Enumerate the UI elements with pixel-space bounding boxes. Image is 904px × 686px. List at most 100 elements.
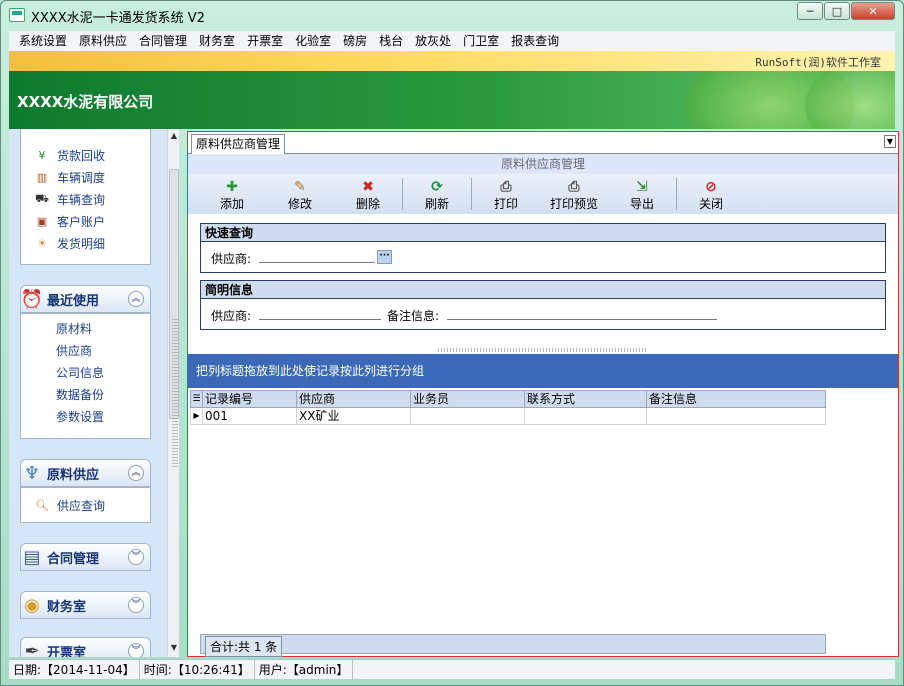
sidebar-item-customer-account[interactable]: ▣ 客户账户 (21, 210, 150, 232)
edit-icon: ✎ (294, 179, 306, 195)
sidebar-item-parameters[interactable]: 参数设置 (21, 406, 150, 428)
record-count: 合计:共 1 条 (205, 636, 283, 657)
sidebar-item-payment-collection[interactable]: ¥ 货款回收 (21, 144, 150, 166)
button-label: 修改 (287, 197, 312, 211)
coins-icon: ◉ (24, 594, 40, 616)
accent-strip: RunSoft(润)软件工作室 (9, 51, 895, 71)
column-header[interactable]: 备注信息 (647, 391, 825, 407)
column-header[interactable]: 业务员 (411, 391, 525, 407)
menu-platform[interactable]: 栈台 (373, 31, 409, 51)
supply-panel: 🔍︎ 供应查询 (20, 487, 151, 523)
button-label: 打印 (493, 197, 518, 211)
export-icon: ⇲ (636, 179, 648, 195)
recent-panel-header[interactable]: ⏰ 最近使用 ︽ (20, 285, 151, 313)
expand-chevron-icon[interactable]: ︾ (128, 643, 144, 657)
collapse-chevron-icon[interactable]: ︽ (128, 291, 144, 307)
sidebar-item-label: 发货明细 (57, 236, 106, 251)
menu-lab[interactable]: 化验室 (289, 31, 337, 51)
column-header[interactable]: 联系方式 (525, 391, 647, 407)
tab-dropdown-icon[interactable]: ▼ (884, 135, 896, 148)
section-title: 简明信息 (201, 281, 885, 299)
menu-raw-supply[interactable]: 原料供应 (73, 31, 133, 51)
sidebar-item-dispatch[interactable]: ▥ 车辆调度 (21, 166, 150, 188)
menu-gate[interactable]: 门卫室 (457, 31, 505, 51)
menu-finance[interactable]: 财务室 (193, 31, 241, 51)
export-button[interactable]: ⇲ 导出 (608, 174, 676, 214)
toolbar: ✚ 添加 ✎ 修改 ✖ 删除 ⟳ 刷新 ⎙ 打印 ⎙ 打印预览 ⇲ 导出 ⊘ 关闭 (188, 174, 898, 214)
print-preview-button[interactable]: ⎙ 打印预览 (540, 174, 608, 214)
panel-title: 最近使用 (47, 293, 100, 309)
grid-footer: 合计:共 1 条 (200, 634, 826, 657)
maximize-button[interactable]: □ (824, 2, 850, 20)
table-cell[interactable] (647, 408, 825, 424)
menu-weighbridge[interactable]: 磅房 (337, 31, 373, 51)
dispatch-icon: ▥ (36, 170, 48, 184)
panel-splitter[interactable] (438, 348, 648, 352)
supply-panel-header[interactable]: ♆ 原料供应 ︽ (20, 459, 151, 487)
remark-field[interactable] (447, 319, 717, 320)
table-cell[interactable] (525, 408, 647, 424)
recent-panel: 原材料 供应商 公司信息 数据备份 参数设置 (20, 313, 151, 439)
group-by-panel[interactable]: 把列标题拖放到此处使记录按此列进行分组 (188, 354, 898, 388)
button-label: 关闭 (698, 197, 723, 211)
panel-title: 开票室 (47, 645, 87, 658)
refresh-button[interactable]: ⟳ 刷新 (403, 174, 471, 214)
minimize-button[interactable]: ─ (797, 2, 823, 20)
column-header[interactable]: 供应商 (297, 391, 411, 407)
supplier-search-input[interactable] (259, 262, 375, 263)
sidebar-item-supplier[interactable]: 供应商 (21, 340, 150, 362)
menu-reports[interactable]: 报表查询 (505, 31, 565, 51)
sidebar-item-shipment-detail[interactable]: ☀ 发货明细 (21, 232, 150, 254)
sidebar-item-vehicle-query[interactable]: ⛟ 车辆查询 (21, 188, 150, 210)
table-row[interactable]: ▶ 001 XX矿业 (190, 408, 826, 425)
supplier-field[interactable] (259, 319, 381, 320)
menu-system-settings[interactable]: 系统设置 (13, 31, 73, 51)
button-label: 打印预览 (549, 197, 598, 211)
title-bar: XXXX水泥一卡通发货系统 V2 ─ □ ✕ (1, 1, 903, 31)
splitter-grip[interactable] (172, 319, 178, 469)
shipment-icon: ☀ (37, 236, 47, 250)
menu-billing[interactable]: 开票室 (241, 31, 289, 51)
expand-chevron-icon[interactable]: ︾ (128, 597, 144, 613)
module-title: 原料供应商管理 (188, 154, 898, 174)
truck-icon: ⛟ (35, 191, 49, 205)
menu-ash-release[interactable]: 放灰处 (409, 31, 457, 51)
contract-panel-header[interactable]: ▤ 合同管理 ︾ (20, 543, 151, 571)
sidebar-item-supply-query[interactable]: 🔍︎ 供应查询 (21, 494, 150, 516)
grid-menu-icon[interactable]: ☰ (191, 391, 203, 407)
palm-tree-icon: ♆ (23, 462, 41, 484)
scroll-up-icon[interactable]: ▲ (169, 131, 179, 143)
table-cell[interactable] (411, 408, 525, 424)
billing-panel-header[interactable]: ✒ 开票室 ︾ (20, 637, 151, 657)
sidebar-item-data-backup[interactable]: 数据备份 (21, 384, 150, 406)
app-icon (9, 8, 25, 22)
contract-icon: ▤ (23, 546, 41, 568)
expand-chevron-icon[interactable]: ︾ (128, 549, 144, 565)
studio-label: RunSoft(润)软件工作室 (755, 56, 881, 69)
row-indicator-icon: ▶ (191, 408, 203, 424)
tab-supplier-management[interactable]: 原料供应商管理 (191, 134, 286, 154)
supplier-picker-button[interactable]: ··· (377, 250, 392, 264)
sidebar-item-raw-material[interactable]: 原材料 (21, 318, 150, 340)
brief-info-section: 简明信息 供应商: 备注信息: (200, 280, 886, 330)
add-button[interactable]: ✚ 添加 (198, 174, 266, 214)
section-title: 快速查询 (201, 224, 885, 242)
column-header[interactable]: 记录编号 (203, 391, 297, 407)
table-cell[interactable]: 001 (203, 408, 297, 424)
menu-contracts[interactable]: 合同管理 (133, 31, 193, 51)
status-user: 用户:【admin】 (255, 659, 354, 680)
edit-button[interactable]: ✎ 修改 (266, 174, 334, 214)
table-cell[interactable]: XX矿业 (297, 408, 411, 424)
add-icon: ✚ (226, 179, 238, 195)
close-button[interactable]: ⊘ 关闭 (677, 174, 745, 214)
finance-panel-header[interactable]: ◉ 财务室 ︾ (20, 591, 151, 619)
refresh-icon: ⟳ (431, 179, 443, 195)
collapse-chevron-icon[interactable]: ︽ (128, 465, 144, 481)
close-window-button[interactable]: ✕ (851, 2, 895, 20)
supplier-label: 供应商: (211, 309, 252, 323)
print-button[interactable]: ⎙ 打印 (472, 174, 540, 214)
scroll-down-icon[interactable]: ▼ (169, 643, 179, 655)
button-label: 导出 (629, 197, 654, 211)
delete-button[interactable]: ✖ 删除 (334, 174, 402, 214)
sidebar-item-company-info[interactable]: 公司信息 (21, 362, 150, 384)
